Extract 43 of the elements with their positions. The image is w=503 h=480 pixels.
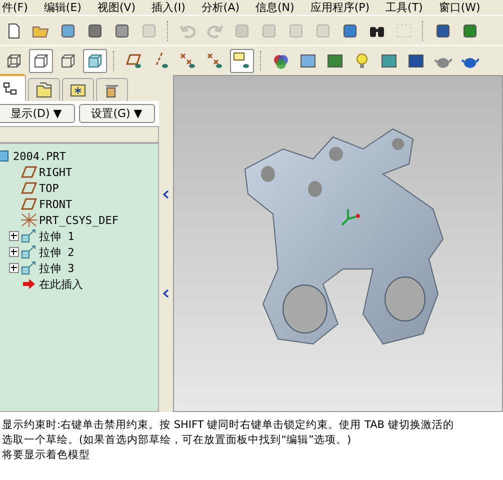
tree-item[interactable]: 在此插入	[39, 276, 83, 292]
annotation-icon[interactable]	[230, 48, 254, 72]
menu-item[interactable]: 窗口(W)	[438, 0, 480, 15]
datum-plane-icon	[21, 181, 37, 195]
menu-item[interactable]: 插入(I)	[152, 0, 186, 15]
tree-item[interactable]: 拉伸 2	[39, 244, 74, 260]
menu-item[interactable]: 视图(V)	[97, 0, 136, 15]
datum-plane-icon	[21, 165, 37, 179]
tree-icon	[1, 80, 19, 98]
menu-item[interactable]: 信息(N)	[256, 0, 294, 15]
datum-plane-icon	[21, 197, 37, 211]
favorites-tab[interactable]	[62, 78, 94, 101]
message-line: 将要显示着色模型	[2, 448, 91, 463]
menu-item[interactable]: 件(F)	[2, 0, 28, 15]
folder-tab[interactable]	[28, 78, 60, 101]
insert-arrow-icon	[21, 277, 37, 291]
menu-item[interactable]: 应用程序(P)	[310, 0, 370, 15]
tree-item[interactable]: 2004.PRT	[13, 150, 66, 162]
hidden-line-cube-icon[interactable]	[29, 48, 53, 72]
tree-item[interactable]: TOP	[39, 182, 59, 194]
tree-item[interactable]: 拉伸 1	[39, 228, 74, 244]
expand-icon[interactable]	[9, 247, 19, 257]
message-line: 显示约束时:右键单击禁用约束。按 SHIFT 键同时右键单击锁定约束。使用 TAB 键切换激活的	[2, 418, 455, 433]
dropdown-button[interactable]: 显示(D) ▼	[0, 104, 74, 123]
tree-item[interactable]: RIGHT	[39, 166, 72, 178]
expand-icon[interactable]	[9, 231, 19, 241]
dropdown-button[interactable]: 设置(G) ▼	[78, 104, 155, 123]
menu-item[interactable]: 分析(A)	[201, 0, 240, 15]
tree-item[interactable]: FRONT	[39, 198, 72, 210]
menu-item[interactable]: 编辑(E)	[44, 0, 82, 15]
message-line: 选取一个草绘。(如果首选内部草绘，可在放置面板中找到“编辑”选项。)	[2, 433, 352, 448]
extrude-icon	[21, 245, 37, 259]
tools-tab[interactable]	[96, 78, 128, 101]
expand-icon[interactable]	[9, 263, 19, 273]
model-tree-tab[interactable]	[0, 74, 26, 101]
shaded-cube-icon[interactable]	[83, 48, 107, 72]
folders-icon	[35, 81, 53, 99]
coordinate-system-icon	[21, 213, 37, 227]
extrude-icon	[21, 261, 37, 275]
menu-item[interactable]: 工具(T)	[386, 0, 423, 15]
tree-item[interactable]: 拉伸 3	[39, 260, 74, 276]
tree-item[interactable]: PRT_CSYS_DEF	[39, 214, 118, 226]
extrude-icon	[21, 229, 37, 243]
